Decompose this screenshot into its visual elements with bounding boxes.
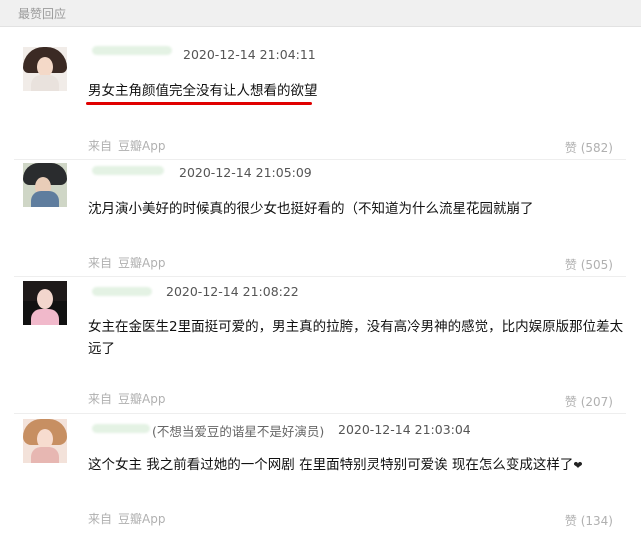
divider xyxy=(14,413,626,414)
like-button[interactable]: 赞 (134) xyxy=(565,512,613,529)
comment-source: 来自 豆瓣App xyxy=(88,390,165,407)
like-button[interactable]: 赞 (582) xyxy=(565,139,613,156)
comment-text-line: 远了 xyxy=(88,341,115,357)
username[interactable] xyxy=(92,424,150,433)
avatar[interactable] xyxy=(23,281,67,325)
comment-text-line: 女主在金医生2里面挺可爱的，男主真的拉胯，没有高冷男神的感觉，比内娱原版那位差太 xyxy=(88,319,624,335)
username[interactable] xyxy=(92,287,152,296)
section-title: 最赞回应 xyxy=(18,7,67,21)
source-app-link[interactable]: 豆瓣App xyxy=(118,139,165,153)
divider xyxy=(14,276,626,277)
section-header: 最赞回应 xyxy=(0,0,641,27)
avatar[interactable] xyxy=(23,419,67,463)
comment-timestamp: 2020-12-14 21:04:11 xyxy=(183,47,316,62)
like-button[interactable]: 赞 (505) xyxy=(565,256,613,273)
comment-text: 沈月演小美好的时候真的很少女也挺好看的（不知道为什么流星花园就崩了 xyxy=(88,201,534,217)
source-prefix: 来自 xyxy=(88,512,113,526)
user-signature: (不想当爱豆的谐星不是好演员) xyxy=(152,424,325,439)
comment-timestamp: 2020-12-14 21:08:22 xyxy=(166,284,299,299)
source-app-link[interactable]: 豆瓣App xyxy=(118,512,165,526)
comment-text-body: 这个女主 我之前看过她的一个网剧 在里面特别灵特别可爱诶 现在怎么变成这样了 xyxy=(88,457,574,473)
comment-timestamp: 2020-12-14 21:03:04 xyxy=(338,422,471,437)
like-button[interactable]: 赞 (207) xyxy=(565,393,613,410)
username[interactable] xyxy=(92,166,164,175)
source-prefix: 来自 xyxy=(88,256,113,270)
avatar[interactable] xyxy=(23,47,67,91)
comment-text: 男女主角颜值完全没有让人想看的欲望 xyxy=(88,83,318,99)
source-app-link[interactable]: 豆瓣App xyxy=(118,392,165,406)
highlight-underline xyxy=(86,102,312,105)
source-prefix: 来自 xyxy=(88,139,113,153)
heart-icon: ❤ xyxy=(573,459,583,472)
source-prefix: 来自 xyxy=(88,392,113,406)
comment-timestamp: 2020-12-14 21:05:09 xyxy=(179,165,312,180)
avatar[interactable] xyxy=(23,163,67,207)
comment-source: 来自 豆瓣App xyxy=(88,254,165,271)
source-app-link[interactable]: 豆瓣App xyxy=(118,256,165,270)
divider xyxy=(14,159,626,160)
username[interactable] xyxy=(92,46,172,55)
comment-source: 来自 豆瓣App xyxy=(88,137,165,154)
comment-text: 这个女主 我之前看过她的一个网剧 在里面特别灵特别可爱诶 现在怎么变成这样了❤ xyxy=(88,454,628,477)
comment-source: 来自 豆瓣App xyxy=(88,510,165,527)
